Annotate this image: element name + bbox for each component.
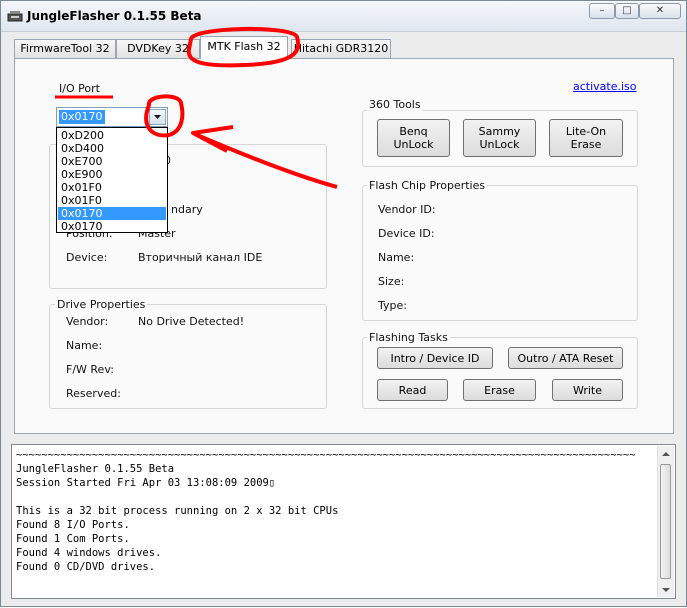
maximize-button[interactable]: □ bbox=[615, 3, 639, 19]
tab-firmwaretool[interactable]: FirmwareTool 32 bbox=[14, 39, 116, 58]
close-icon: ✕ bbox=[655, 5, 665, 16]
io-port-dropdown-button[interactable] bbox=[149, 109, 166, 125]
window-title: JungleFlasher 0.1.55 Beta bbox=[27, 9, 202, 23]
io-port-label: I/O Port bbox=[59, 82, 100, 95]
title-bar[interactable]: JungleFlasher 0.1.55 Beta – □ ✕ bbox=[1, 1, 686, 32]
erase-button[interactable]: Erase bbox=[463, 379, 536, 401]
io-port-option[interactable]: 0xD200 bbox=[58, 129, 166, 142]
tab-label: MTK Flash 32 bbox=[207, 40, 281, 53]
tab-hitachi[interactable]: Hitachi GDR3120 bbox=[291, 39, 391, 58]
tab-label: Hitachi GDR3120 bbox=[293, 42, 389, 55]
minimize-button[interactable]: – bbox=[589, 3, 615, 19]
io-port-option[interactable]: 0xE900 bbox=[58, 168, 166, 181]
io-port-combobox[interactable]: 0x0170 bbox=[56, 107, 168, 127]
scroll-thumb[interactable] bbox=[660, 464, 671, 579]
flashing-tasks-title: Flashing Tasks bbox=[367, 331, 450, 344]
chevron-down-icon bbox=[154, 115, 161, 119]
vendor-label: Vendor: bbox=[66, 315, 109, 328]
lite-on-erase-button[interactable]: Lite-On Erase bbox=[549, 119, 623, 157]
chip-name-label: Name: bbox=[378, 251, 415, 264]
outro-ata-reset-button[interactable]: Outro / ATA Reset bbox=[508, 347, 623, 369]
io-port-option[interactable]: 0xE700 bbox=[58, 155, 166, 168]
io-port-selected-value: 0x0170 bbox=[59, 110, 105, 124]
tab-label: FirmwareTool 32 bbox=[20, 42, 110, 55]
chip-type-label: Type: bbox=[378, 299, 407, 312]
io-port-option[interactable]: 0x0170 bbox=[58, 220, 166, 233]
scroll-up-icon[interactable] bbox=[661, 450, 671, 458]
chip-size-label: Size: bbox=[378, 275, 405, 288]
sammy-unlock-button[interactable]: Sammy UnLock bbox=[463, 119, 536, 157]
device-value: ndary bbox=[171, 203, 203, 216]
close-button[interactable]: ✕ bbox=[639, 3, 681, 19]
reserved-label: Reserved: bbox=[66, 387, 121, 400]
drive-properties-title: Drive Properties bbox=[55, 298, 148, 311]
io-port-option-highlighted[interactable]: 0x0170 bbox=[58, 207, 166, 220]
tab-mtk-flash[interactable]: MTK Flash 32 bbox=[200, 36, 288, 59]
maximize-icon: □ bbox=[622, 5, 632, 16]
360-tools-title: 360 Tools bbox=[367, 98, 423, 111]
device-id-label: Device ID: bbox=[378, 227, 435, 240]
scroll-down-icon[interactable] bbox=[661, 586, 671, 594]
io-port-option[interactable]: 0x01F0 bbox=[58, 194, 166, 207]
write-button[interactable]: Write bbox=[552, 379, 623, 401]
console-log[interactable]: ~~~~~~~~~~~~~~~~~~~~~~~~~~~~~~~~~~~~~~~~… bbox=[11, 444, 676, 599]
vendor-value: No Drive Detected! bbox=[138, 315, 245, 328]
io-port-option[interactable]: 0x01F0 bbox=[58, 181, 166, 194]
app-icon bbox=[7, 11, 23, 22]
io-port-option[interactable]: 0xD400 bbox=[58, 142, 166, 155]
console-log-text: ~~~~~~~~~~~~~~~~~~~~~~~~~~~~~~~~~~~~~~~~… bbox=[16, 449, 636, 573]
flash-chip-title: Flash Chip Properties bbox=[367, 179, 488, 192]
device-value: Вторичный канал IDE bbox=[138, 251, 263, 264]
read-button[interactable]: Read bbox=[377, 379, 448, 401]
console-scrollbar[interactable] bbox=[657, 446, 674, 597]
tab-dvdkey[interactable]: DVDKey 32 bbox=[116, 39, 200, 58]
fw-rev-label: F/W Rev: bbox=[66, 363, 114, 376]
benq-unlock-button[interactable]: Benq UnLock bbox=[377, 119, 450, 157]
io-port-dropdown-list[interactable]: 0xD200 0xD400 0xE700 0xE900 0x01F0 0x01F… bbox=[56, 127, 168, 233]
minimize-icon: – bbox=[599, 5, 605, 16]
vendor-id-label: Vendor ID: bbox=[378, 203, 436, 216]
intro-device-id-button[interactable]: Intro / Device ID bbox=[377, 347, 493, 369]
activate-iso-link[interactable]: activate.iso bbox=[573, 80, 637, 93]
name-label: Name: bbox=[66, 339, 103, 352]
app-window: JungleFlasher 0.1.55 Beta – □ ✕ Firmware… bbox=[0, 0, 687, 607]
device-label: Device: bbox=[66, 251, 108, 264]
tab-label: DVDKey 32 bbox=[127, 42, 189, 55]
